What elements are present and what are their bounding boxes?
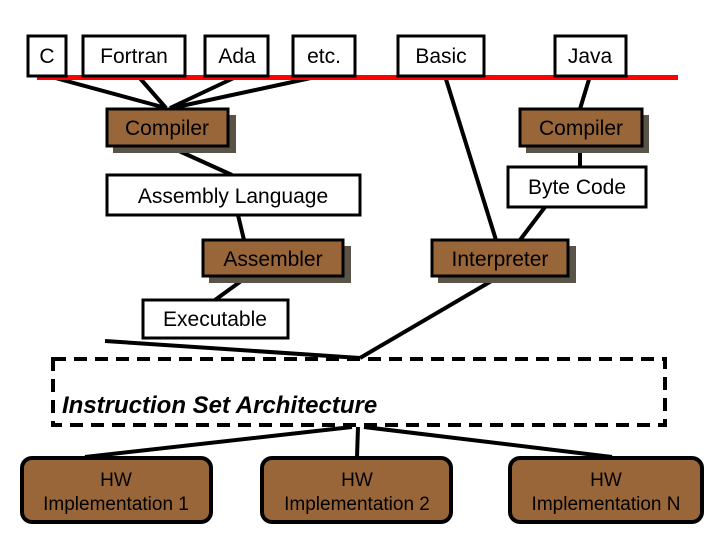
edge-java-compiler bbox=[578, 75, 592, 110]
lang-ada: Ada bbox=[218, 45, 256, 68]
hw-impl-1-line1: HW bbox=[100, 470, 132, 491]
assembly-language-label: Assembly Language bbox=[138, 185, 328, 208]
edge-basic-interpreter bbox=[443, 75, 498, 241]
edge-interpreter-isa bbox=[358, 274, 502, 360]
lang-java: Java bbox=[568, 45, 613, 68]
hw-impl-n-line1: HW bbox=[590, 470, 622, 491]
hw-impl-2-line1: HW bbox=[341, 470, 373, 491]
interpreter-label: Interpreter bbox=[452, 248, 549, 271]
hw-impl-n-line2: Implementation N bbox=[532, 494, 681, 515]
hw-impl-1-line2: Implementation 1 bbox=[43, 494, 189, 515]
diagram: C Fortran Ada etc. Basic Java Compiler C… bbox=[20, 34, 704, 524]
executable-label: Executable bbox=[163, 308, 267, 331]
edge-isa-hwn bbox=[363, 425, 613, 459]
assembler-label: Assembler bbox=[223, 248, 322, 271]
edge-etc-compiler bbox=[171, 74, 321, 110]
compiler-left-label: Compiler bbox=[125, 117, 209, 140]
lang-c: C bbox=[39, 45, 54, 68]
lang-fortran: Fortran bbox=[100, 45, 168, 68]
lang-basic: Basic bbox=[415, 45, 466, 68]
hw-impl-2-line2: Implementation 2 bbox=[284, 494, 430, 515]
compiler-right-label: Compiler bbox=[539, 117, 623, 140]
edge-c-compiler bbox=[47, 74, 167, 110]
edge-executable-isa bbox=[104, 339, 361, 360]
lang-etc: etc. bbox=[307, 45, 341, 68]
edge-assembly-assembler bbox=[236, 214, 246, 241]
edge-bytecode-interpreter bbox=[518, 205, 547, 242]
edge-isa-hw2 bbox=[355, 426, 360, 458]
edge-isa-hw1 bbox=[84, 425, 353, 459]
edge-ada-compiler bbox=[169, 74, 239, 110]
byte-code-label: Byte Code bbox=[528, 176, 626, 199]
isa-label: Instruction Set Architecture bbox=[62, 392, 377, 419]
